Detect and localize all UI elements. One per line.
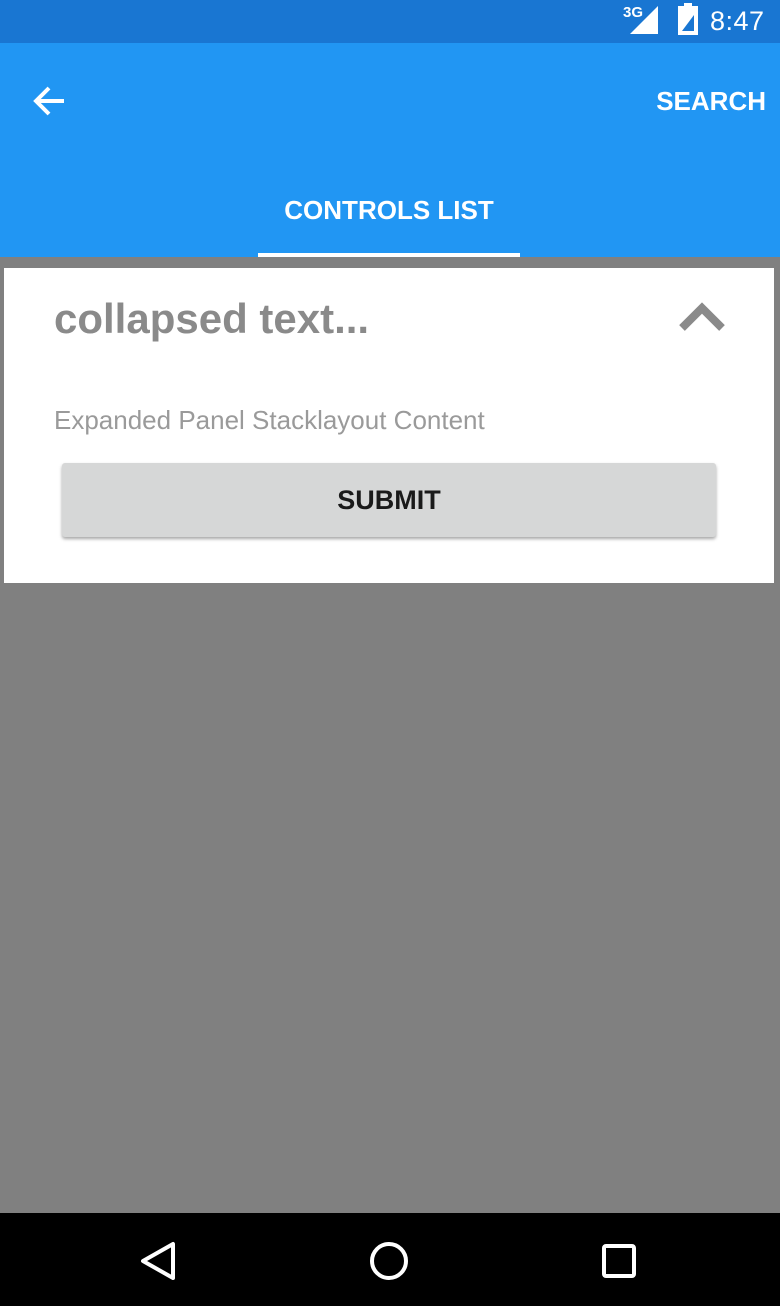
status-bar: 3G 8:47 <box>0 0 780 43</box>
app-bar: SEARCH CONTROLS LIST <box>0 43 780 257</box>
expander-header-text: collapsed text... <box>54 295 370 342</box>
expander-panel: collapsed text... Expanded Panel Stackla… <box>4 268 774 583</box>
navigation-bar <box>0 1213 780 1306</box>
submit-button[interactable]: SUBMIT <box>62 463 716 537</box>
tab-label: CONTROLS LIST <box>284 195 494 225</box>
arrow-back-icon <box>33 86 64 116</box>
signal-icon <box>630 6 658 34</box>
nav-home-icon[interactable] <box>361 1233 417 1289</box>
tab-indicator <box>258 253 520 257</box>
chevron-up-icon[interactable] <box>672 298 732 338</box>
expander-content-text: Expanded Panel Stacklayout Content <box>54 405 485 435</box>
tab-controls-list[interactable]: CONTROLS LIST <box>258 163 520 257</box>
nav-back-icon[interactable] <box>131 1233 187 1289</box>
search-button[interactable]: SEARCH <box>656 83 766 119</box>
expander-header[interactable]: collapsed text... <box>4 268 774 368</box>
battery-icon <box>678 3 698 35</box>
clock: 8:47 <box>710 6 765 36</box>
nav-recents-icon[interactable] <box>591 1233 647 1289</box>
back-button[interactable] <box>22 73 78 129</box>
